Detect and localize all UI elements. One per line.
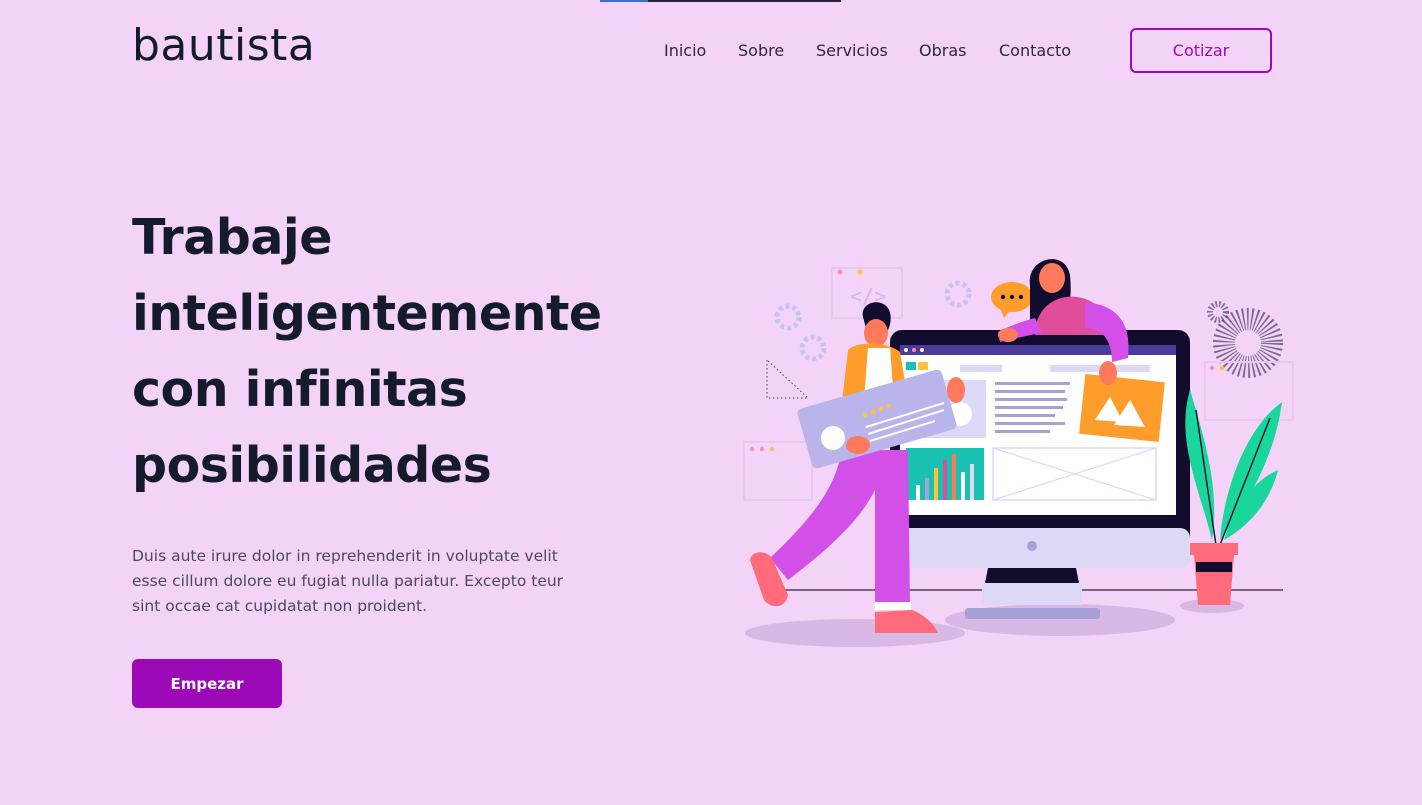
power-button-icon [1027,541,1037,551]
text-line-shape [995,398,1067,401]
speech-bubble-tail-shape [1000,308,1012,318]
chart-bar-shape [934,468,938,500]
page: bautista Inicio Sobre Servicios Obras Co… [0,0,1422,805]
chart-bar-shape [961,472,965,500]
text-line-shape [995,422,1065,425]
plant-pot-rim-shape [1190,543,1238,555]
hero-description-line: esse cillum dolore eu fugiat nulla paria… [132,572,564,590]
man-face-shape [864,319,888,347]
avatar-icon [821,426,845,450]
screen-block-shape [906,362,916,370]
star-icon [870,409,876,415]
plant-pot-band-shape [1196,562,1232,572]
chart-bar-shape [952,454,956,500]
hero-title: Trabaje inteligentemente con infinitas p… [132,200,632,504]
triangle-pattern-shape [766,358,810,399]
dot-shape [912,348,916,352]
dot-shape [1209,365,1215,371]
dot-shape [1018,294,1024,300]
man-legs-shape [770,450,910,605]
hero-description-line: Duis aute irure dolor in reprehenderit i… [132,547,558,565]
hero-description-line: sint occae cat cupidatat non proident. [132,597,428,615]
chart-bar-shape [925,478,929,500]
chart-bar-shape [943,460,947,500]
text-line-shape [995,414,1055,417]
plant-leaf-shape [1220,402,1282,540]
hero-title-line: inteligentemente [132,285,602,342]
web-design-illustration: </> [743,259,1294,647]
dot-shape [837,269,843,275]
chart-bar-shape [970,464,974,500]
man-hand-shape [947,377,965,403]
chart-bar-shape [916,485,920,500]
nav-item-obras[interactable]: Obras [919,40,966,62]
star-icon [862,412,868,418]
hero-description: Duis aute irure dolor in reprehenderit i… [132,544,592,619]
text-line-shape [995,406,1063,409]
dotted-circle-shape [1207,301,1229,323]
star-icon [878,406,884,412]
dot-shape [857,269,863,275]
nav-item-sobre[interactable]: Sobre [738,40,784,62]
dot-shape [769,446,775,452]
hero-title-line: Trabaje [132,209,332,266]
start-button[interactable]: Empezar [132,659,282,708]
man-hand-shape [846,436,870,454]
woman-face-shape [1039,263,1065,293]
woman-hand-shape [998,328,1018,342]
dot-shape [920,348,924,352]
screen-block-shape [918,362,928,370]
gear-icon [774,303,802,331]
text-line-shape [995,430,1050,433]
hero-title-line: con infinitas [132,361,468,418]
monitor-base-shape [982,583,1082,605]
dot-shape [1009,294,1015,300]
browser-bar-shape [900,345,1176,355]
nav-item-servicios[interactable]: Servicios [816,40,888,62]
monitor-foot-shape [965,608,1100,619]
dotted-circle-shape [1213,308,1283,378]
woman-hand-shape [1099,361,1117,385]
screen-bar-shape [960,365,1002,372]
monitor-chin-shape [890,528,1190,568]
text-line-shape [995,382,1070,385]
dot-shape [1219,365,1225,371]
image-card-shape [1079,373,1165,443]
dot-shape [749,446,755,452]
hero-title-line: posibilidades [132,437,492,494]
window-shape [743,441,813,501]
man-sock-shape [875,602,911,610]
nav-item-contacto[interactable]: Contacto [999,40,1071,62]
dot-shape [1000,294,1006,300]
quote-button[interactable]: Cotizar [1130,28,1272,73]
star-icon [886,403,892,409]
gear-icon [799,334,827,362]
text-line-shape [995,390,1065,393]
top-scroll-indicator [600,0,841,2]
man-shoe-shape [875,610,938,633]
nav-item-inicio[interactable]: Inicio [664,40,706,62]
dot-shape [759,446,765,452]
dot-shape [904,348,908,352]
brand-logo[interactable]: bautista [132,18,315,74]
gear-icon [944,280,972,308]
